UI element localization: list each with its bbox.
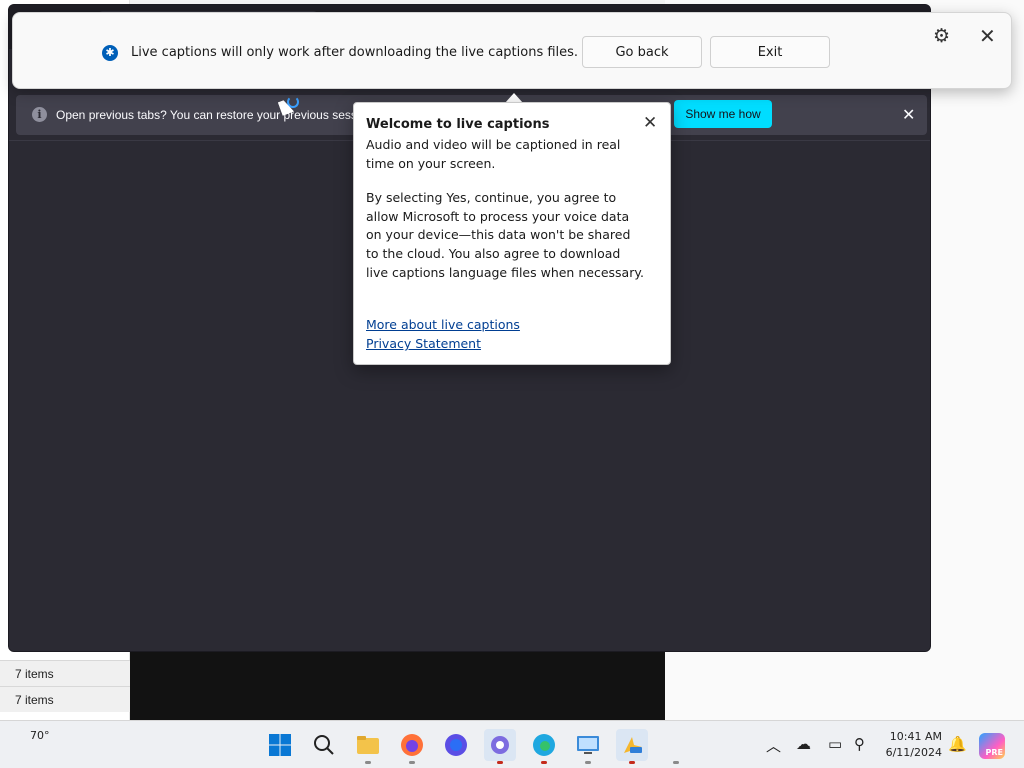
settings-app-icon[interactable] (484, 729, 516, 761)
popup-description: Audio and video will be captioned in rea… (366, 137, 621, 171)
running-indicator (673, 761, 679, 764)
close-icon[interactable]: ✕ (902, 105, 915, 125)
popup-title: Welcome to live captions (366, 117, 550, 132)
remote-desktop-icon[interactable] (572, 729, 604, 761)
file-explorer-icon[interactable] (352, 729, 384, 761)
running-indicator (585, 761, 591, 764)
edge-icon[interactable] (528, 729, 560, 761)
show-me-how-button[interactable]: Show me how (674, 100, 772, 128)
captions-info-icon: ✱ (102, 45, 118, 61)
firefox-icon[interactable] (396, 729, 428, 761)
clock-time: 10:41 AM (889, 730, 942, 743)
system-clock[interactable]: 10:41 AM 6/11/2024 (880, 729, 942, 761)
snip-tool-icon[interactable] (616, 729, 648, 761)
onedrive-offline-icon[interactable]: ☁ (796, 735, 811, 753)
firefox-nightly-icon[interactable] (440, 729, 472, 761)
background-dark-window (130, 640, 665, 720)
windows-start-icon[interactable] (264, 729, 296, 761)
popup-consent-text: By selecting Yes, continue, you agree to… (366, 190, 644, 280)
network-icon[interactable]: ⚲ (854, 735, 865, 753)
more-about-link[interactable]: More about live captions (366, 317, 520, 332)
list-item[interactable]: 7 items (0, 686, 130, 712)
running-indicator (497, 761, 503, 764)
close-icon[interactable]: ✕ (979, 24, 996, 48)
display-icon[interactable]: ▭ (828, 735, 842, 753)
running-indicator (409, 761, 415, 764)
close-icon[interactable]: ✕ (643, 113, 657, 133)
copilot-icon[interactable]: PRE (979, 733, 1005, 759)
running-indicator (541, 761, 547, 764)
info-icon: i (32, 107, 47, 122)
exit-button[interactable]: Exit (710, 36, 830, 68)
live-captions-bar: ✱ Live captions will only work after dow… (12, 12, 1012, 89)
running-indicator (629, 761, 635, 764)
welcome-popup: Welcome to live captions ✕ Audio and vid… (353, 102, 671, 365)
go-back-button[interactable]: Go back (582, 36, 702, 68)
infobar-message: Open previous tabs? You can restore your… (56, 108, 360, 122)
notification-bell-icon[interactable]: 🔔 (948, 735, 967, 753)
running-indicator (365, 761, 371, 764)
captions-message: Live captions will only work after downl… (131, 45, 579, 60)
weather-widget[interactable]: 70° (30, 729, 50, 742)
copilot-badge: PRE (985, 748, 1004, 757)
list-item[interactable]: 7 items (0, 660, 130, 686)
chevron-up-icon[interactable]: ︿ (766, 735, 781, 756)
search-icon[interactable] (308, 729, 340, 761)
clock-date: 6/11/2024 (885, 746, 942, 759)
gear-icon[interactable]: ⚙ (933, 25, 950, 47)
privacy-statement-link[interactable]: Privacy Statement (366, 336, 481, 351)
taskbar: 70° ︿ ☁ ▭ ⚲ 10:41 AM 6/11/2024 🔔 PRE (0, 720, 1024, 768)
